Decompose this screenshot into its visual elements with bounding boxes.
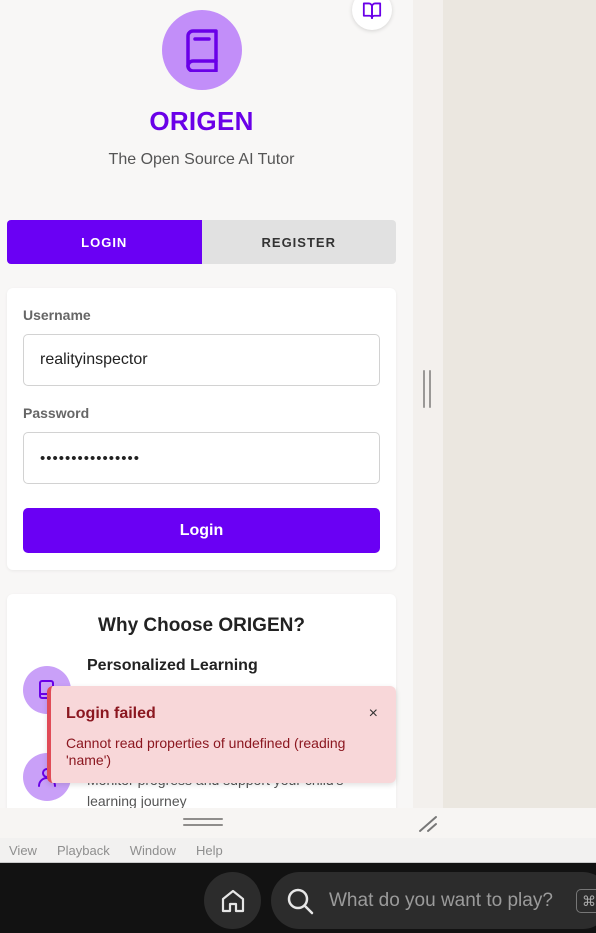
close-icon[interactable]: ×	[369, 705, 378, 723]
menu-bar: View Playback Window Help	[0, 838, 596, 863]
player-bar: What do you want to play? ⌘	[0, 863, 596, 933]
bottom-strip	[0, 808, 596, 838]
toast-message: Cannot read properties of undefined (rea…	[66, 735, 346, 768]
shortcut-icon: ⌘	[576, 889, 596, 913]
password-label: Password	[23, 405, 90, 421]
book-icon	[186, 29, 218, 72]
menu-item-window[interactable]: Window	[130, 843, 176, 858]
horizontal-resize-handle[interactable]	[183, 818, 223, 828]
password-input[interactable]: ••••••••••••••••	[23, 432, 380, 484]
tab-login[interactable]: LOGIN	[7, 220, 202, 264]
tab-register[interactable]: REGISTER	[201, 220, 396, 264]
app-panel: ORIGEN The Open Source AI Tutor LOGIN RE…	[0, 0, 413, 808]
login-button[interactable]: Login	[23, 508, 380, 553]
secondary-panel	[443, 0, 596, 808]
toast-title: Login failed	[66, 705, 156, 722]
menu-item-help[interactable]: Help	[196, 843, 223, 858]
section-title: Why Choose ORIGEN?	[98, 615, 305, 636]
home-icon	[221, 889, 244, 912]
search-bar[interactable]: What do you want to play? ⌘	[271, 872, 596, 929]
brand-tagline: The Open Source AI Tutor	[108, 151, 295, 168]
search-icon	[287, 888, 314, 915]
vertical-resize-handle[interactable]	[423, 370, 433, 408]
menu-item-view[interactable]: View	[9, 843, 37, 858]
login-form: Username realityinspector Password •••••…	[7, 288, 396, 570]
username-input[interactable]: realityinspector	[23, 334, 380, 386]
open-book-icon	[362, 2, 382, 19]
auth-tabs: LOGIN REGISTER	[7, 220, 396, 264]
resize-corner-icon[interactable]	[418, 815, 438, 838]
guide-button[interactable]	[352, 0, 392, 30]
search-input[interactable]: What do you want to play?	[329, 890, 553, 912]
error-toast: Login failed Cannot read properties of u…	[47, 686, 396, 783]
logo	[162, 10, 242, 90]
brand-title: ORIGEN	[149, 106, 254, 136]
username-label: Username	[23, 307, 91, 323]
feature-title: Personalized Learning	[87, 657, 258, 674]
home-button[interactable]	[204, 872, 261, 929]
menu-item-playback[interactable]: Playback	[57, 843, 110, 858]
